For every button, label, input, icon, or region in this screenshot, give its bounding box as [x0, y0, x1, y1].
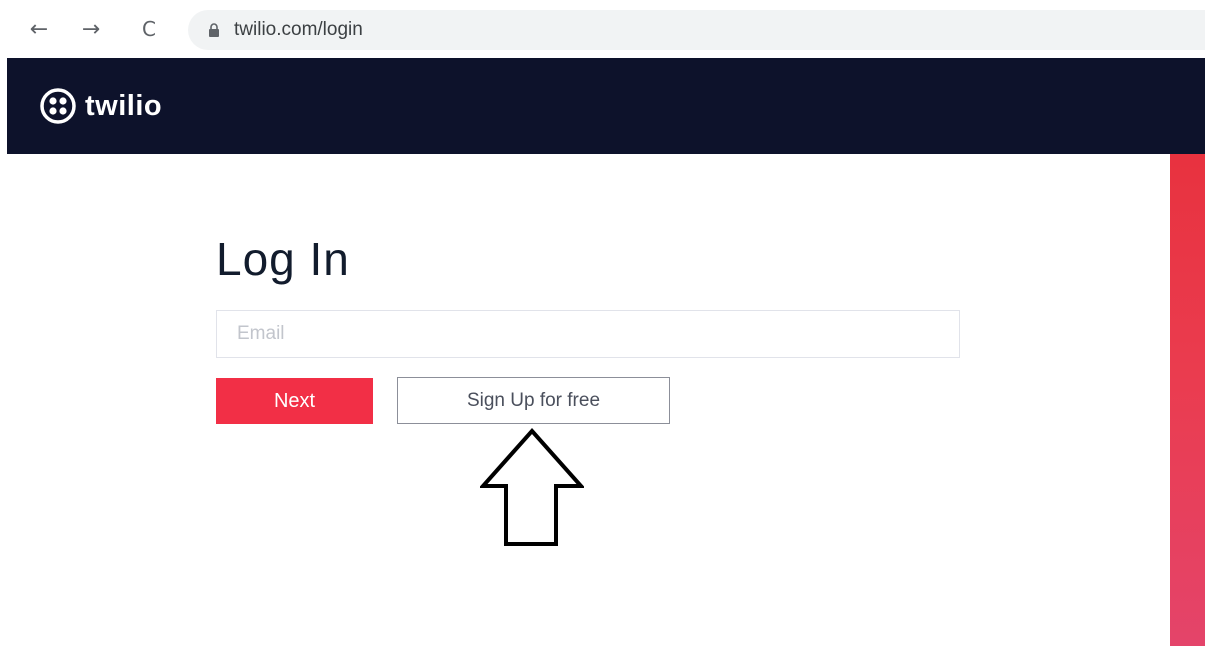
logo[interactable]: twilio	[39, 88, 162, 124]
arrow-up-icon	[480, 428, 584, 546]
site-header: twilio	[7, 58, 1205, 154]
lock-icon	[208, 23, 220, 37]
url-text: twilio.com/login	[234, 19, 363, 40]
next-button[interactable]: Next	[216, 378, 373, 424]
side-decoration	[1170, 154, 1205, 646]
arrow-right-icon: →	[81, 16, 101, 42]
sign-up-button[interactable]: Sign Up for free	[397, 377, 670, 424]
page-title: Log In	[216, 233, 350, 285]
reload-icon: C	[142, 17, 156, 41]
logo-text: twilio	[85, 89, 163, 122]
email-field[interactable]	[216, 310, 960, 358]
reload-button[interactable]: C	[134, 14, 164, 44]
back-button[interactable]: ←	[24, 14, 54, 44]
arrow-left-icon: ←	[29, 16, 49, 42]
forward-button[interactable]: →	[76, 14, 106, 44]
twilio-logo-icon	[40, 88, 76, 124]
address-bar[interactable]: twilio.com/login	[188, 10, 1205, 50]
browser-toolbar: ← → C twilio.com/login	[0, 0, 1205, 58]
